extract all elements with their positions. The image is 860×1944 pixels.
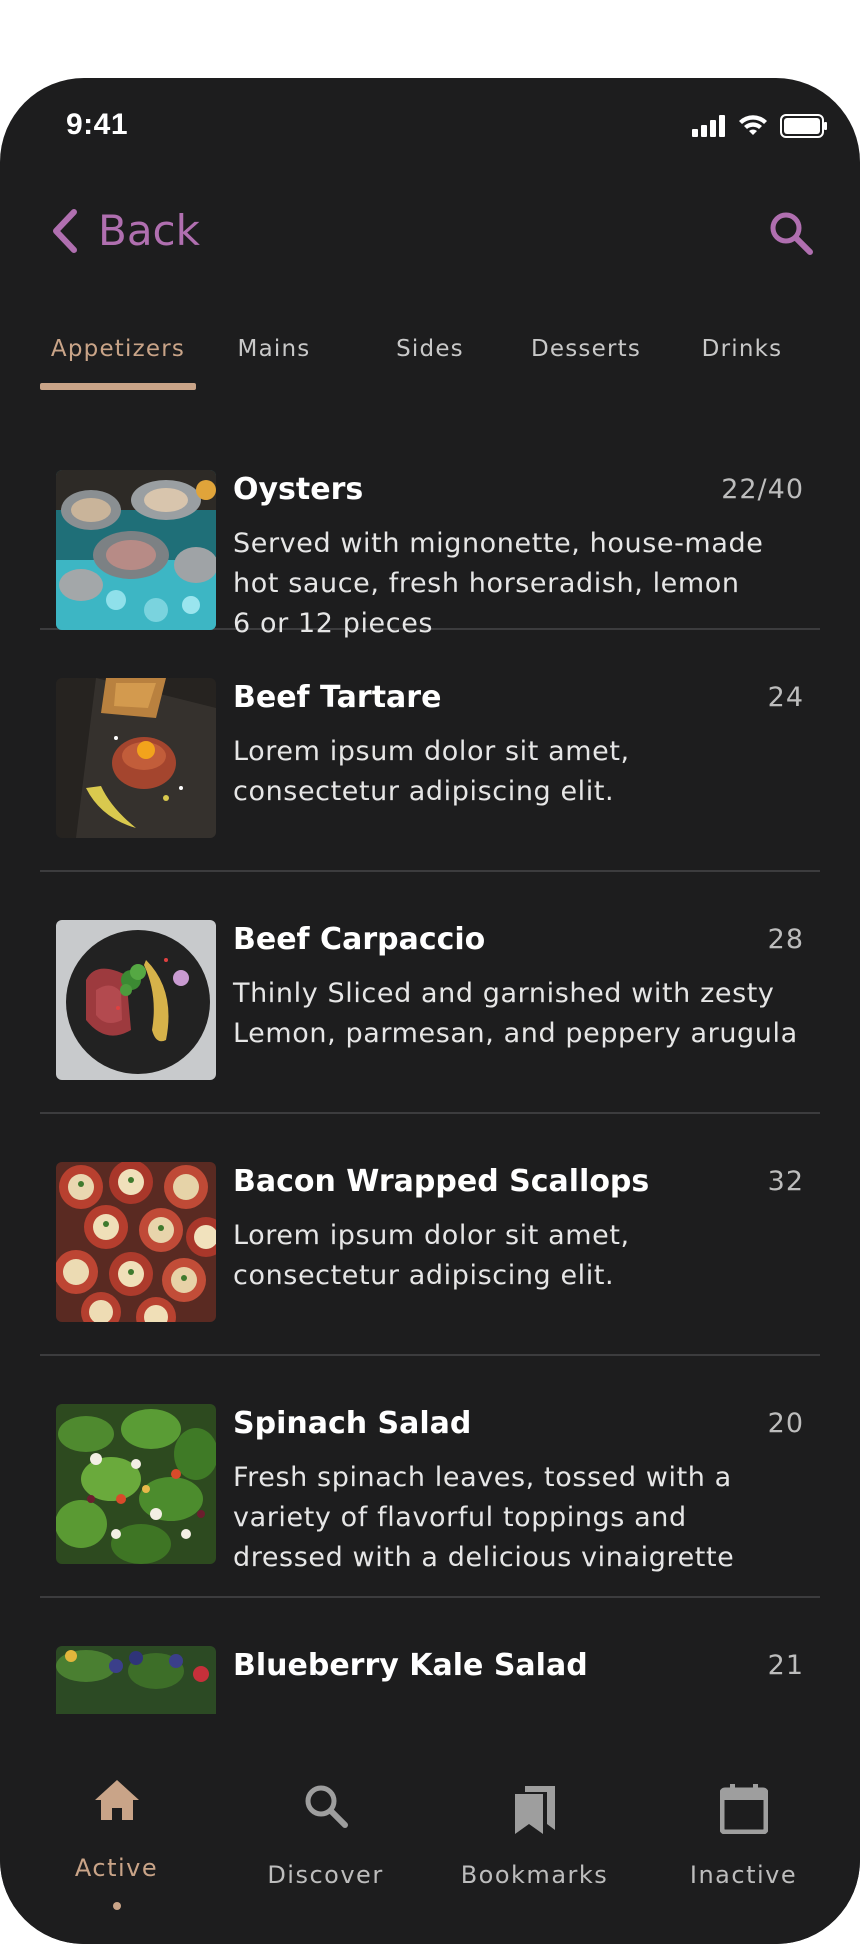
bacon-scallops-image xyxy=(56,1162,216,1322)
category-tabs: Appetizers Mains Sides Desserts Drinks xyxy=(40,328,820,398)
back-button[interactable]: Back xyxy=(50,206,200,255)
description-line: Lorem ipsum dolor sit amet, xyxy=(233,1220,630,1251)
wifi-icon xyxy=(739,115,767,135)
header: Back xyxy=(0,178,860,288)
description-line: variety of flavorful toppings and xyxy=(233,1502,687,1533)
item-description: Fresh spinach leaves, tossed with a vari… xyxy=(233,1458,803,1578)
description-line: Lemon, parmesan, and peppery arugula xyxy=(233,1018,798,1049)
nav-label: Inactive xyxy=(689,1861,798,1889)
description-line: Served with mignonette, house-made xyxy=(233,528,764,559)
signal-icon xyxy=(692,115,725,137)
item-price: 28 xyxy=(767,924,804,955)
bookmarks-icon xyxy=(514,1786,555,1834)
calendar-icon xyxy=(719,1784,768,1834)
item-name: Blueberry Kale Salad xyxy=(233,1648,588,1683)
item-price: 21 xyxy=(767,1650,804,1681)
chevron-left-icon xyxy=(53,208,77,253)
item-description: Thinly Sliced and garnished with zesty L… xyxy=(233,974,803,1054)
bottom-nav: Active Discover Bookmarks Inactive xyxy=(0,1714,860,1944)
menu-item-beef-tartare[interactable]: Beef Tartare 24 Lorem ipsum dolor sit am… xyxy=(40,630,820,872)
beef-carpaccio-image xyxy=(56,920,216,1080)
item-name: Oysters xyxy=(233,472,364,507)
item-price: 32 xyxy=(767,1166,804,1197)
description-line: consectetur adipiscing elit. xyxy=(233,1260,615,1291)
home-icon xyxy=(94,1780,139,1820)
battery-icon xyxy=(780,114,827,138)
status-bar: 9:41 xyxy=(0,78,860,170)
item-name: Spinach Salad xyxy=(233,1406,472,1441)
nav-inactive[interactable]: Inactive xyxy=(639,1714,848,1944)
tab-mains[interactable]: Mains xyxy=(196,328,352,398)
menu-item-spinach-salad[interactable]: Spinach Salad 20 Fresh spinach leaves, t… xyxy=(40,1356,820,1598)
nav-bookmarks[interactable]: Bookmarks xyxy=(430,1714,639,1944)
beef-tartare-image xyxy=(56,678,216,838)
kale-salad-image xyxy=(56,1646,216,1716)
oysters-image xyxy=(56,470,216,630)
back-label: Back xyxy=(98,206,200,255)
search-icon xyxy=(770,212,813,255)
nav-discover[interactable]: Discover xyxy=(221,1714,430,1944)
description-line: Fresh spinach leaves, tossed with a xyxy=(233,1462,732,1493)
item-description: Lorem ipsum dolor sit amet, consectetur … xyxy=(233,1216,803,1296)
menu-list: Oysters 22/40 Served with mignonette, ho… xyxy=(40,468,820,1716)
nav-label: Active xyxy=(74,1854,159,1882)
status-time: 9:41 xyxy=(66,108,129,141)
item-price: 24 xyxy=(767,682,804,713)
active-indicator-dot xyxy=(112,1902,121,1910)
description-line: dressed with a delicious vinaigrette xyxy=(233,1542,735,1573)
nav-active[interactable]: Active xyxy=(12,1714,221,1944)
search-icon xyxy=(305,1785,348,1828)
spinach-salad-image xyxy=(56,1404,216,1564)
description-line: Lorem ipsum dolor sit amet, xyxy=(233,736,630,767)
description-line: Thinly Sliced and garnished with zesty xyxy=(233,978,775,1009)
search-button[interactable] xyxy=(768,210,814,261)
phone-screen: 9:41 Back Appetizers Mains Sides Dessert… xyxy=(0,78,860,1944)
nav-label: Discover xyxy=(267,1861,384,1889)
menu-item-beef-carpaccio[interactable]: Beef Carpaccio 28 Thinly Sliced and garn… xyxy=(40,872,820,1114)
item-description: Lorem ipsum dolor sit amet, consectetur … xyxy=(233,732,803,812)
tab-appetizers[interactable]: Appetizers xyxy=(40,328,196,398)
tab-desserts[interactable]: Desserts xyxy=(508,328,664,398)
status-icons xyxy=(692,114,828,138)
menu-item-blueberry-kale-salad[interactable]: Blueberry Kale Salad 21 xyxy=(40,1598,820,1716)
tab-sides[interactable]: Sides xyxy=(352,328,508,398)
item-name: Beef Tartare xyxy=(233,680,442,715)
description-line: hot sauce, fresh horseradish, lemon xyxy=(233,568,740,599)
menu-item-bacon-wrapped-scallops[interactable]: Bacon Wrapped Scallops 32 Lorem ipsum do… xyxy=(40,1114,820,1356)
tab-drinks[interactable]: Drinks xyxy=(664,328,820,398)
nav-label: Bookmarks xyxy=(460,1861,609,1889)
description-line: consectetur adipiscing elit. xyxy=(233,776,615,807)
item-price: 22/40 xyxy=(721,474,804,505)
item-name: Beef Carpaccio xyxy=(233,922,486,957)
item-description: Served with mignonette, house-made hot s… xyxy=(233,524,803,644)
item-price: 20 xyxy=(767,1408,804,1439)
menu-item-oysters[interactable]: Oysters 22/40 Served with mignonette, ho… xyxy=(40,468,820,639)
item-name: Bacon Wrapped Scallops xyxy=(233,1164,650,1199)
